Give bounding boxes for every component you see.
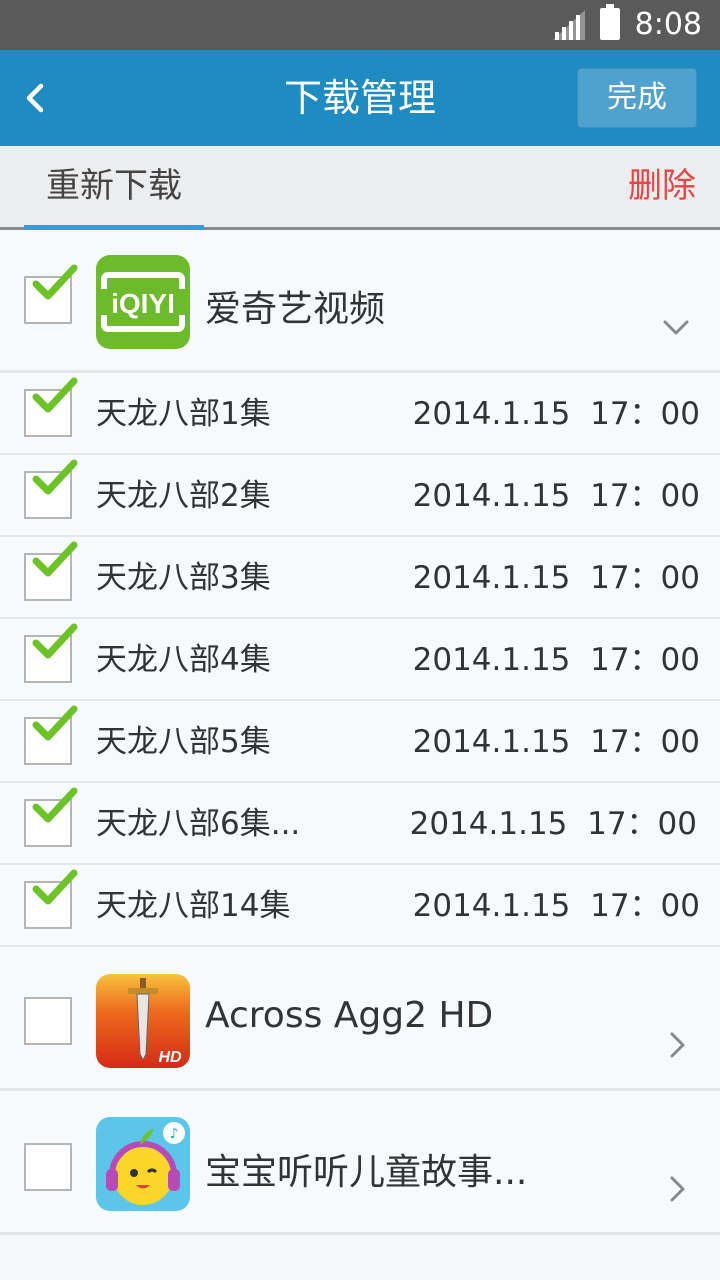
item-title: 天龙八部2集	[96, 478, 271, 514]
chevron-down-icon[interactable]	[662, 313, 690, 341]
signal-icon	[553, 10, 585, 40]
app-group-row[interactable]: HD Across Agg2 HD	[0, 947, 720, 1091]
redownload-button[interactable]: 重新下载	[24, 146, 204, 230]
battery-icon	[600, 4, 620, 40]
checkmark-icon	[32, 705, 78, 741]
svg-text:iQIYI: iQIYI	[111, 288, 175, 319]
list-item[interactable]: 天龙八部5集 2014.1.15 17：00	[0, 701, 720, 783]
title-bar: 下载管理 完成	[0, 50, 720, 146]
app-name: Across Agg2 HD	[205, 995, 494, 1036]
item-checkbox[interactable]	[24, 377, 78, 437]
item-checkbox[interactable]	[24, 541, 78, 601]
item-date: 2014.1.15 17：00	[412, 888, 700, 924]
back-button[interactable]	[10, 68, 60, 128]
action-bar: 重新下载 删除	[0, 146, 720, 230]
sword-game-app-icon: HD	[96, 974, 190, 1068]
checkmark-icon	[32, 623, 78, 659]
list-item[interactable]: 天龙八部14集 2014.1.15 17：00	[0, 865, 720, 947]
item-title: 天龙八部1集	[96, 396, 271, 432]
item-date: 2014.1.15 17：00	[412, 642, 700, 678]
item-title: 天龙八部6集...	[96, 806, 301, 842]
item-date: 2014.1.15 17：00	[412, 396, 700, 432]
iqiyi-app-icon: iQIYI	[96, 255, 190, 349]
app-group-row[interactable]: ♪ 宝宝听听儿童故事...	[0, 1091, 720, 1235]
chevron-left-icon	[26, 83, 44, 113]
item-checkbox[interactable]	[24, 623, 78, 683]
checkmark-icon	[32, 459, 78, 495]
app-group-row[interactable]: iQIYI 爱奇艺视频	[0, 230, 720, 373]
app-name: 爱奇艺视频	[205, 289, 386, 330]
page-title: 下载管理	[283, 76, 436, 120]
chevron-right-icon[interactable]	[662, 1031, 690, 1059]
checkmark-icon	[32, 264, 78, 300]
checkmark-icon	[32, 787, 78, 823]
item-title: 天龙八部5集	[96, 724, 271, 760]
checkmark-icon	[32, 377, 78, 413]
list-item[interactable]: 天龙八部4集 2014.1.15 17：00	[0, 619, 720, 701]
svg-text:♪: ♪	[170, 1126, 179, 1142]
group-checkbox[interactable]	[24, 997, 72, 1045]
kids-story-app-icon: ♪	[96, 1117, 190, 1211]
item-checkbox[interactable]	[24, 787, 78, 847]
delete-button[interactable]: 删除	[628, 146, 696, 230]
item-date: 2014.1.15 17：00	[412, 724, 700, 760]
checkmark-icon	[32, 869, 78, 905]
group-checkbox[interactable]	[24, 1143, 72, 1191]
list-item[interactable]: 天龙八部2集 2014.1.15 17：00	[0, 455, 720, 537]
list-item[interactable]: 天龙八部1集 2014.1.15 17：00	[0, 373, 720, 455]
item-date: 2014.1.15 17：00	[412, 478, 700, 514]
list-item[interactable]: 天龙八部3集 2014.1.15 17：00	[0, 537, 720, 619]
status-time: 8:08	[634, 7, 702, 42]
item-title: 天龙八部4集	[96, 642, 271, 678]
chevron-right-icon[interactable]	[662, 1175, 690, 1203]
status-bar: 8:08	[0, 0, 720, 50]
app-name: 宝宝听听儿童故事...	[205, 1152, 528, 1193]
item-title: 天龙八部3集	[96, 560, 271, 596]
done-button[interactable]: 完成	[577, 68, 697, 128]
item-date: 2014.1.15 17：00	[409, 806, 697, 842]
item-title: 天龙八部14集	[96, 888, 291, 924]
list-item[interactable]: 天龙八部6集... 2014.1.15 17：00	[0, 783, 720, 865]
checkmark-icon	[32, 541, 78, 577]
svg-text:HD: HD	[158, 1049, 182, 1066]
group-checkbox[interactable]	[24, 264, 78, 324]
item-checkbox[interactable]	[24, 869, 78, 929]
item-checkbox[interactable]	[24, 459, 78, 519]
item-date: 2014.1.15 17：00	[412, 560, 700, 596]
item-checkbox[interactable]	[24, 705, 78, 765]
